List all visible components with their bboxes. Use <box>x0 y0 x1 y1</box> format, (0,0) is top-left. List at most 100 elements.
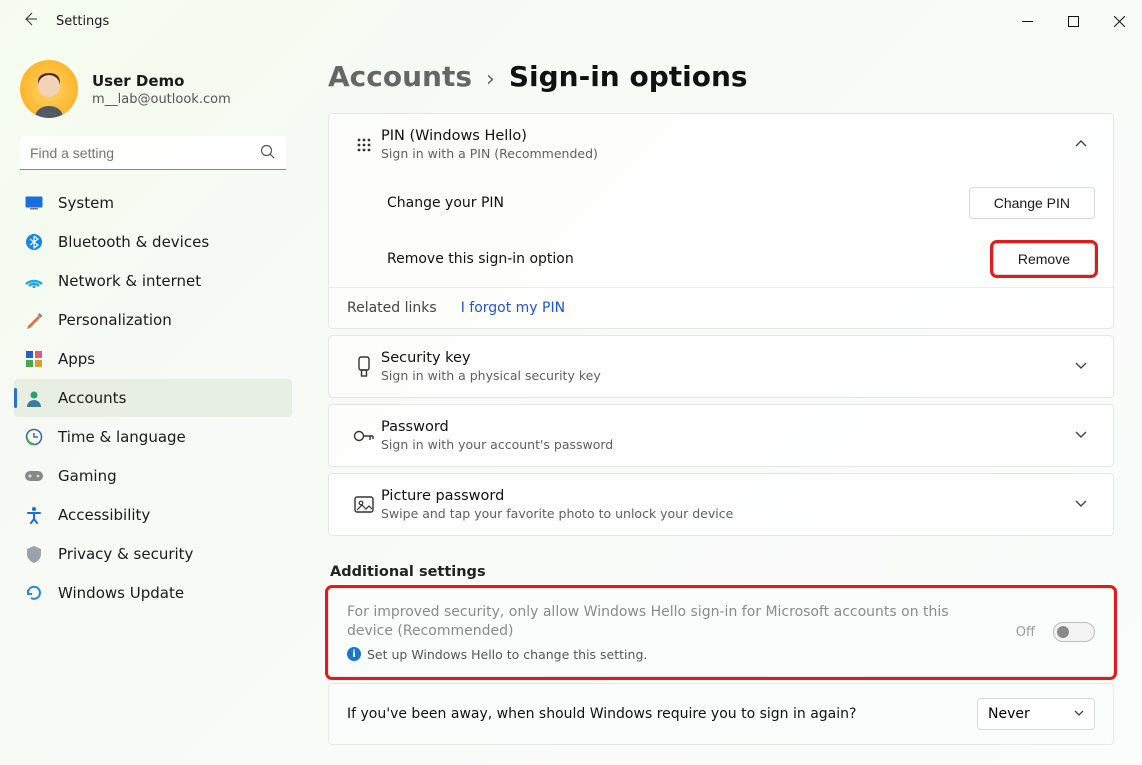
windows-hello-hint-row: i Set up Windows Hello to change this se… <box>347 647 998 662</box>
away-value: Never <box>988 706 1030 722</box>
sidebar-item-gaming[interactable]: Gaming <box>14 457 292 495</box>
password-icon <box>347 427 381 445</box>
sidebar: User Demo m__lab@outlook.com System Blue… <box>0 42 300 765</box>
picture-title: Picture password <box>381 488 1067 504</box>
sidebar-item-accounts[interactable]: Accounts <box>14 379 292 417</box>
sidebar-item-label: Personalization <box>58 311 172 329</box>
apps-icon <box>24 351 44 367</box>
remove-pin-button[interactable]: Remove <box>993 243 1095 275</box>
toggle-state: Off <box>1016 625 1035 640</box>
window-title: Settings <box>56 14 109 29</box>
info-icon: i <box>347 647 361 661</box>
user-email: m__lab@outlook.com <box>92 92 231 107</box>
avatar <box>20 60 78 118</box>
sidebar-item-label: Privacy & security <box>58 545 193 563</box>
additional-heading: Additional settings <box>330 564 1114 580</box>
sidebar-item-label: Network & internet <box>58 272 201 290</box>
back-button[interactable] <box>18 11 42 31</box>
password-title: Password <box>381 419 1067 435</box>
away-text: If you've been away, when should Windows… <box>347 706 959 722</box>
windows-hello-toggle[interactable] <box>1053 622 1095 642</box>
bluetooth-icon <box>24 233 44 251</box>
windows-hello-text: For improved security, only allow Window… <box>347 603 998 641</box>
avatar-icon <box>27 70 71 118</box>
sidebar-item-label: System <box>58 194 114 212</box>
password-card[interactable]: Password Sign in with your account's pas… <box>328 404 1114 467</box>
maximize-button[interactable] <box>1050 0 1096 42</box>
chevron-down-icon <box>1067 497 1095 512</box>
minimize-icon <box>1022 16 1033 27</box>
sidebar-item-apps[interactable]: Apps <box>14 340 292 378</box>
update-icon <box>24 584 44 602</box>
sidebar-item-accessibility[interactable]: Accessibility <box>14 496 292 534</box>
forgot-pin-link[interactable]: I forgot my PIN <box>461 300 565 316</box>
away-setting: If you've been away, when should Windows… <box>328 683 1114 745</box>
search-container <box>20 136 286 170</box>
change-pin-button[interactable]: Change PIN <box>969 187 1095 219</box>
chevron-down-icon <box>1067 428 1095 443</box>
titlebar: Settings <box>0 0 1142 42</box>
accounts-icon <box>24 389 44 407</box>
windows-hello-hint: Set up Windows Hello to change this sett… <box>367 647 647 662</box>
main-content: Accounts › Sign-in options PIN (Windows … <box>300 42 1142 765</box>
sidebar-item-label: Accounts <box>58 389 126 407</box>
pin-title: PIN (Windows Hello) <box>381 128 1067 144</box>
away-select[interactable]: Never <box>977 698 1095 730</box>
breadcrumb: Accounts › Sign-in options <box>328 60 1114 93</box>
picture-icon <box>347 496 381 514</box>
minimize-button[interactable] <box>1004 0 1050 42</box>
picture-password-card[interactable]: Picture password Swipe and tap your favo… <box>328 473 1114 536</box>
sidebar-item-update[interactable]: Windows Update <box>14 574 292 612</box>
sidebar-item-network[interactable]: Network & internet <box>14 262 292 300</box>
sidebar-item-system[interactable]: System <box>14 184 292 222</box>
pin-icon <box>347 136 381 154</box>
user-name: User Demo <box>92 72 231 90</box>
time-icon <box>24 428 44 446</box>
related-links: Related links I forgot my PIN <box>329 287 1113 328</box>
sidebar-item-label: Apps <box>58 350 95 368</box>
close-button[interactable] <box>1096 0 1142 42</box>
sidebar-item-personalization[interactable]: Personalization <box>14 301 292 339</box>
arrow-left-icon <box>22 11 38 27</box>
pin-header[interactable]: PIN (Windows Hello) Sign in with a PIN (… <box>329 114 1113 175</box>
change-pin-label: Change your PIN <box>387 195 969 211</box>
search-input[interactable] <box>20 136 286 170</box>
security-key-icon <box>347 356 381 378</box>
user-profile[interactable]: User Demo m__lab@outlook.com <box>14 52 292 132</box>
window-controls <box>1004 0 1142 42</box>
chevron-down-icon <box>1067 359 1095 374</box>
windows-hello-setting: For improved security, only allow Window… <box>328 588 1114 677</box>
chevron-right-icon: › <box>486 67 495 92</box>
related-label: Related links <box>347 300 437 316</box>
sidebar-item-bluetooth[interactable]: Bluetooth & devices <box>14 223 292 261</box>
sidebar-item-label: Time & language <box>58 428 186 446</box>
breadcrumb-root[interactable]: Accounts <box>328 60 472 93</box>
chevron-down-icon <box>1074 710 1084 717</box>
page-title: Sign-in options <box>509 60 748 93</box>
sidebar-item-time[interactable]: Time & language <box>14 418 292 456</box>
remove-pin-label: Remove this sign-in option <box>387 251 993 267</box>
search-icon <box>260 144 276 164</box>
remove-pin-row: Remove this sign-in option Remove <box>329 231 1113 287</box>
change-pin-row: Change your PIN Change PIN <box>329 175 1113 231</box>
close-icon <box>1114 16 1125 27</box>
maximize-icon <box>1068 16 1079 27</box>
sidebar-item-label: Accessibility <box>58 506 150 524</box>
pin-card: PIN (Windows Hello) Sign in with a PIN (… <box>328 113 1114 329</box>
security-key-card[interactable]: Security key Sign in with a physical sec… <box>328 335 1114 398</box>
privacy-icon <box>24 545 44 563</box>
password-desc: Sign in with your account's password <box>381 437 1067 452</box>
network-icon <box>24 274 44 288</box>
personalization-icon <box>24 311 44 329</box>
security-key-title: Security key <box>381 350 1067 366</box>
system-icon <box>24 196 44 210</box>
sidebar-item-privacy[interactable]: Privacy & security <box>14 535 292 573</box>
sidebar-item-label: Bluetooth & devices <box>58 233 209 251</box>
pin-desc: Sign in with a PIN (Recommended) <box>381 146 1067 161</box>
picture-desc: Swipe and tap your favorite photo to unl… <box>381 506 1067 521</box>
security-key-desc: Sign in with a physical security key <box>381 368 1067 383</box>
gaming-icon <box>24 469 44 483</box>
chevron-up-icon <box>1067 137 1095 152</box>
sidebar-item-label: Windows Update <box>58 584 184 602</box>
accessibility-icon <box>24 506 44 524</box>
